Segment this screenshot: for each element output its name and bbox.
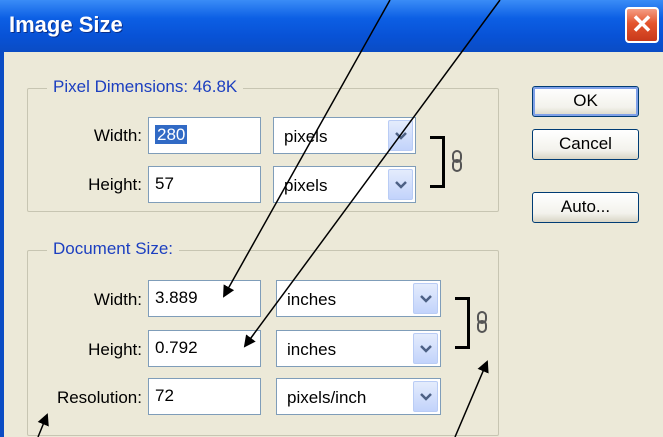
annotation-arrow <box>37 413 49 437</box>
annotation-arrow <box>223 0 391 298</box>
annotation-arrow <box>243 0 501 348</box>
annotation-arrow <box>454 360 489 437</box>
annotation-arrows <box>37 0 501 437</box>
image-size-dialog: Image Size ✕ Pixel Dimensions: 46.8K Wid… <box>0 0 663 437</box>
